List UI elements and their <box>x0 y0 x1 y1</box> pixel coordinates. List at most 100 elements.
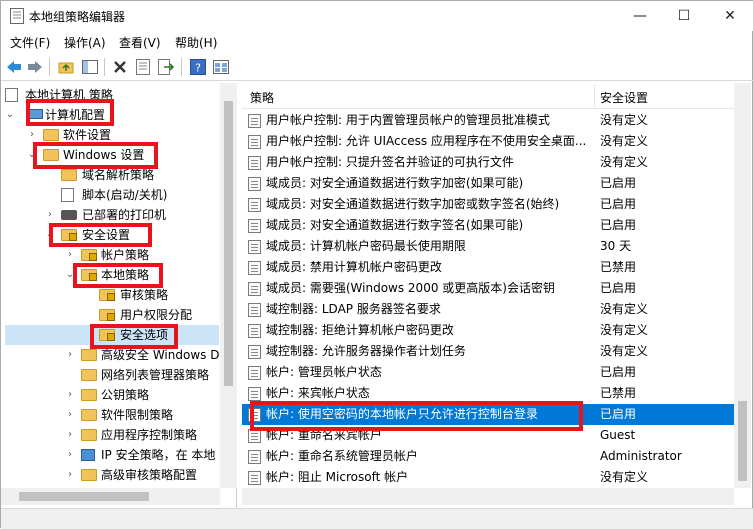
menu-view[interactable]: 查看(V) <box>119 34 161 51</box>
expand-right-icon[interactable]: › <box>27 125 37 145</box>
show-hide-tree-icon[interactable] <box>81 58 99 76</box>
policy-item-icon <box>248 387 261 401</box>
expand-right-icon[interactable]: › <box>65 245 75 265</box>
policy-row[interactable]: 域成员: 对安全通道数据进行数字签名(如果可能) 已启用 <box>242 215 738 236</box>
policy-row[interactable]: 域成员: 计算机帐户密码最长使用期限 30 天 <box>242 236 738 257</box>
forward-icon[interactable] <box>26 58 44 76</box>
window-title: 本地组策略编辑器 <box>29 10 126 24</box>
policy-icon <box>5 88 18 102</box>
security-setting-value: 已禁用 <box>600 386 637 400</box>
folder-icon <box>43 149 59 161</box>
expand-right-icon[interactable]: › <box>65 465 75 485</box>
list-horizontal-scrollbar[interactable] <box>242 488 734 505</box>
folder-icon <box>81 409 97 421</box>
policy-row[interactable]: 域成员: 对安全通道数据进行数字加密(如果可能) 已启用 <box>242 173 738 194</box>
lock-folder-icon <box>99 309 115 321</box>
expand-right-icon[interactable]: › <box>65 425 75 445</box>
tree-item-label: 软件限制策略 <box>101 408 174 422</box>
security-setting-value: 已禁用 <box>600 260 637 274</box>
help-icon[interactable]: ? <box>189 58 207 76</box>
tree-item-label: 公钥策略 <box>101 388 150 402</box>
toolbar-separator <box>181 58 182 76</box>
policy-row[interactable]: 域成员: 禁用计算机帐户密码更改 已禁用 <box>242 257 738 278</box>
security-setting-value: 已启用 <box>600 197 637 211</box>
policy-name: 帐户: 阻止 Microsoft 帐户 <box>266 470 409 484</box>
expand-right-icon[interactable]: › <box>65 445 75 465</box>
tree-item-label: 应用程序控制策略 <box>101 428 198 442</box>
expand-down-icon[interactable]: ⌄ <box>27 145 37 165</box>
policy-row[interactable]: 帐户: 管理员帐户状态 已启用 <box>242 362 738 383</box>
expand-down-icon[interactable]: ⌄ <box>5 105 15 125</box>
folder-icon <box>81 469 97 481</box>
policy-row[interactable]: 域控制器: 允许服务器操作者计划任务 没有定义 <box>242 341 738 362</box>
lock-folder-icon <box>81 269 97 281</box>
minimize-button[interactable]: — <box>617 1 663 31</box>
tree-item-label: 高级安全 Windows D <box>101 348 220 362</box>
policy-row[interactable]: 帐户: 重命名系统管理员帐户 Administrator <box>242 446 738 467</box>
folder-icon <box>81 429 97 441</box>
policy-item-icon <box>248 471 261 485</box>
policy-item-icon <box>248 282 261 296</box>
policy-name: 帐户: 管理员帐户状态 <box>266 365 382 379</box>
up-folder-icon[interactable] <box>57 58 75 76</box>
properties-icon[interactable] <box>134 58 152 76</box>
expand-down-icon[interactable]: ⌄ <box>45 225 55 245</box>
tree-horizontal-scroll-thumb[interactable] <box>19 492 149 501</box>
expand-right-icon[interactable]: › <box>45 205 55 225</box>
policy-item-icon <box>248 240 261 254</box>
security-setting-value: 已启用 <box>600 407 637 421</box>
toolbar-separator <box>104 58 105 76</box>
policy-row[interactable]: 用户帐户控制: 只提升签名并验证的可执行文件 没有定义 <box>242 152 738 173</box>
tree-item-label: 高级审核策略配置 <box>101 468 198 482</box>
expand-right-icon[interactable]: › <box>65 345 75 365</box>
menu-file[interactable]: 文件(F) <box>10 34 50 51</box>
policy-row[interactable]: 帐户: 使用空密码的本地帐户只允许进行控制台登录 已启用 <box>242 404 738 425</box>
tree-item-security-options[interactable]: 安全选项 <box>5 325 219 345</box>
policy-item-icon <box>248 366 261 380</box>
maximize-button[interactable]: ☐ <box>661 1 707 31</box>
menu-help[interactable]: 帮助(H) <box>175 34 217 51</box>
delete-icon[interactable] <box>111 58 129 76</box>
policy-list: 策略 安全设置 用户帐户控制: 用于内置管理员帐户的管理员批准模式 没有定义 用户帐… <box>242 83 753 508</box>
policy-name: 用户帐户控制: 允许 UIAccess 应用程序在不使用安全桌面... <box>266 134 587 148</box>
security-setting-value: 没有定义 <box>600 323 649 337</box>
column-header-setting[interactable]: 安全设置 <box>600 89 648 106</box>
column-separator[interactable] <box>594 85 595 107</box>
tree-item-label: 帐户策略 <box>101 248 150 262</box>
tree-vertical-scroll-thumb[interactable] <box>224 101 233 386</box>
tree-item-label: 本地策略 <box>101 268 150 282</box>
folder-icon <box>81 349 97 361</box>
menu-action[interactable]: 操作(A) <box>64 34 106 51</box>
tree-item-label: 计算机配置 <box>45 108 106 122</box>
tree-item-label: 软件设置 <box>63 128 112 142</box>
policy-name: 域成员: 对安全通道数据进行数字加密(如果可能) <box>266 176 524 190</box>
policy-name: 域成员: 对安全通道数据进行数字签名(如果可能) <box>266 218 524 232</box>
toolbar-separator <box>49 58 50 76</box>
expand-right-icon[interactable]: › <box>65 385 75 405</box>
policy-row[interactable]: 帐户: 重命名来宾帐户 Guest <box>242 425 738 446</box>
policy-row[interactable]: 域控制器: LDAP 服务器签名要求 没有定义 <box>242 299 738 320</box>
column-header-policy[interactable]: 策略 <box>250 89 274 106</box>
policy-name: 帐户: 重命名系统管理员帐户 <box>266 449 418 463</box>
close-button[interactable]: ✕ <box>707 1 753 31</box>
list-vertical-scroll-thumb[interactable] <box>738 401 747 481</box>
policy-row[interactable]: 帐户: 来宾帐户状态 已禁用 <box>242 383 738 404</box>
policy-row[interactable]: 用户帐户控制: 用于内置管理员帐户的管理员批准模式 没有定义 <box>242 110 738 131</box>
title-bar: 本地组策略编辑器 — ☐ ✕ <box>1 1 753 31</box>
policy-row[interactable]: 域控制器: 拒绝计算机帐户密码更改 没有定义 <box>242 320 738 341</box>
policy-row[interactable]: 帐户: 阻止 Microsoft 帐户 没有定义 <box>242 467 738 488</box>
expand-down-icon[interactable]: ⌄ <box>65 265 75 285</box>
policy-row[interactable]: 用户帐户控制: 允许 UIAccess 应用程序在不使用安全桌面... 没有定义 <box>242 131 738 152</box>
policy-row[interactable]: 域成员: 对安全通道数据进行数字加密或数字签名(始终) 已启用 <box>242 194 738 215</box>
lock-folder-icon <box>99 289 115 301</box>
back-icon[interactable] <box>5 58 23 76</box>
export-list-icon[interactable] <box>157 58 175 76</box>
tree-item-label: IP 安全策略，在 本地 <box>101 448 216 462</box>
view-icon[interactable] <box>212 58 230 76</box>
status-bar <box>1 508 753 529</box>
list-header: 策略 安全设置 <box>242 83 738 109</box>
policy-row[interactable]: 域成员: 需要强(Windows 2000 或更高版本)会话密钥 已启用 <box>242 278 738 299</box>
security-setting-value: 已启用 <box>600 218 637 232</box>
expand-right-icon[interactable]: › <box>65 405 75 425</box>
security-setting-value: Guest <box>600 428 636 442</box>
